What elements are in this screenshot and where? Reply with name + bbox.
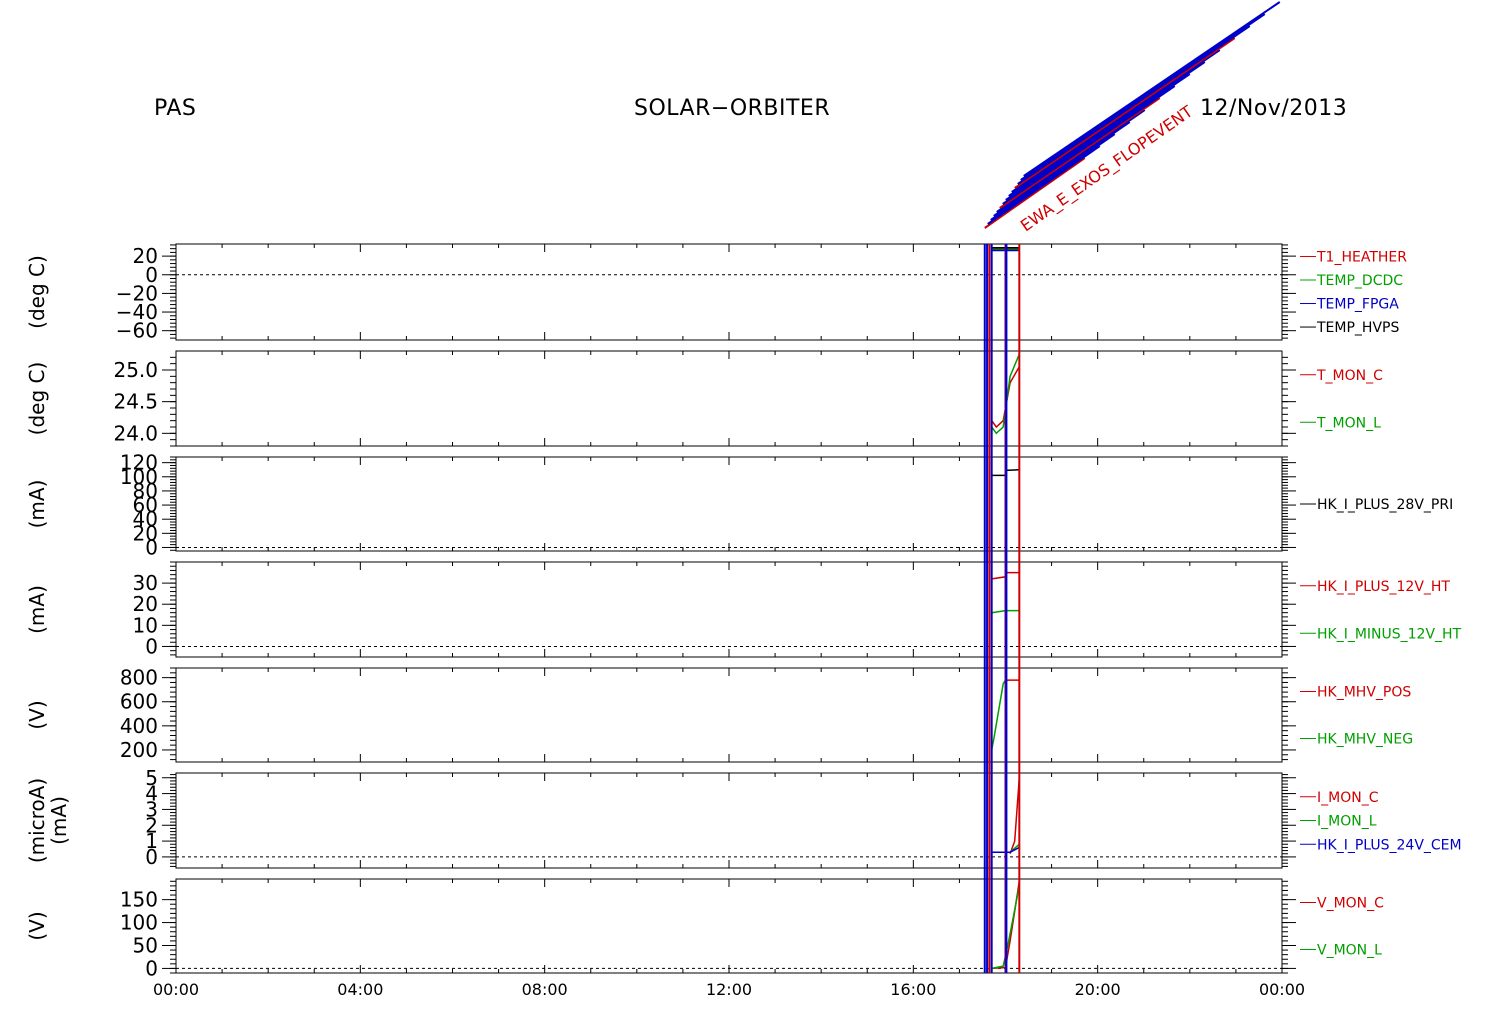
panel-frame	[175, 350, 1283, 447]
panel-2: 25.0 24.5 24.0 (deg C) T_MON_C T_MON_L	[25, 350, 1383, 447]
y-axis-label-2: (mA)	[47, 796, 71, 845]
legend-label: T_MON_L	[1316, 415, 1381, 431]
x-tick-label: 00:00	[1259, 980, 1305, 999]
legend-label: HK_I_PLUS_28V_PRI	[1317, 497, 1453, 513]
y-tick-label: −60	[116, 319, 158, 343]
legend-label: T_MON_C	[1316, 368, 1383, 384]
series-line-hk_mhv_neg	[990, 679, 1007, 751]
y-tick-label: 0	[145, 535, 158, 559]
panel-frame	[175, 456, 1283, 552]
y-tick-label: 0	[145, 634, 158, 658]
y-tick-label: 24.5	[113, 390, 158, 414]
panel-3: 120100806040200(mA) HK_I_PLUS_28V_PRI	[25, 451, 1453, 560]
x-tick-label: 20:00	[1075, 980, 1121, 999]
y-tick-label: 400	[120, 714, 158, 738]
y-tick-label: 50	[133, 933, 158, 957]
legend-label: V_MON_L	[1317, 943, 1382, 959]
y-tick-label: 800	[120, 666, 158, 690]
legend-label: TEMP_FPGA	[1316, 297, 1399, 313]
y-axis-label: (microA)	[25, 778, 49, 863]
y-tick-label: 0	[145, 956, 158, 980]
y-tick-label: 600	[120, 690, 158, 714]
event-label-stroke	[1020, 13, 1266, 181]
panel-5: 800600400200 (V) HK_MHV_POS HK_MHV_NEG	[25, 666, 1413, 763]
panel-frame	[175, 772, 1283, 869]
y-axis-label: (mA)	[25, 585, 49, 634]
legend-label: TEMP_HVPS	[1316, 320, 1399, 336]
panel-frame	[175, 561, 1283, 658]
panel-4: 3020100(mA) HK_I_PLUS_12V_HTHK_I_MINUS_12…	[25, 561, 1462, 658]
legend-label: TEMP_DCDC	[1316, 273, 1403, 289]
legend-label: I_MON_C	[1317, 790, 1379, 806]
x-tick-label: 00:00	[153, 980, 199, 999]
y-axis-label: (V)	[25, 700, 49, 729]
panel-7: 150100500 (V) V_MON_C V_MON_L	[25, 878, 1384, 980]
y-axis-label: (deg C)	[25, 255, 49, 329]
legend-label: T1_HEATHER	[1316, 249, 1407, 265]
x-tick-label: 08:00	[522, 980, 568, 999]
y-tick-label: 25.0	[113, 358, 158, 382]
legend-label: HK_I_PLUS_24V_CEM	[1317, 837, 1462, 853]
legend-label: HK_MHV_POS	[1317, 685, 1411, 701]
legend-label: HK_I_PLUS_12V_HT	[1317, 579, 1450, 595]
timeseries-plot: 200−20−40−60(deg C) T1_HEATHERTEMP_DCDCTE…	[25, 1, 1462, 999]
x-tick-label: 16:00	[890, 980, 936, 999]
legend-label: HK_I_MINUS_12V_HT	[1317, 626, 1462, 642]
y-tick-label: 24.0	[113, 421, 158, 445]
panel-1: 200−20−40−60(deg C) T1_HEATHERTEMP_DCDCTE…	[25, 243, 1407, 343]
event-label-stroke	[1023, 1, 1281, 177]
y-axis-label: (deg C)	[25, 362, 49, 436]
series-line-hk_mhv_pos	[1004, 679, 1020, 753]
x-tick-label: 12:00	[706, 980, 752, 999]
panel-frame	[175, 878, 1283, 974]
legend-label: I_MON_L	[1317, 814, 1377, 830]
panel-frame	[175, 667, 1283, 763]
panel-6: 543210(microA)(mA) I_MON_CI_MON_LHK_I_PLU…	[25, 766, 1462, 869]
y-tick-label: 150	[120, 888, 158, 912]
series-line-i_mon_c	[1009, 777, 1021, 855]
legend-label: V_MON_C	[1317, 896, 1384, 912]
y-tick-label: 100	[120, 911, 158, 935]
y-tick-label: 0	[145, 845, 158, 869]
y-axis-label: (mA)	[25, 480, 49, 529]
legend-label: HK_MHV_NEG	[1317, 732, 1413, 748]
x-tick-label: 04:00	[337, 980, 383, 999]
y-tick-label: 200	[120, 738, 158, 762]
panel-frame	[175, 243, 1283, 341]
y-axis-label: (V)	[25, 911, 49, 940]
